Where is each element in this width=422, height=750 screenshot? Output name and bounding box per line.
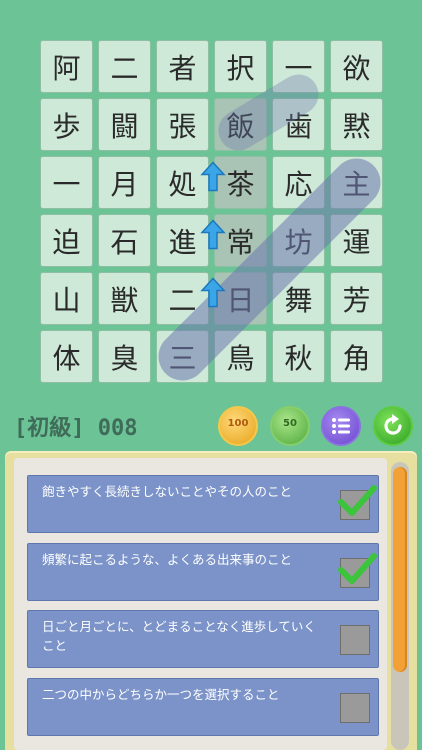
grid-cell[interactable]: 処 bbox=[156, 156, 209, 209]
grid-cell[interactable]: 舞 bbox=[272, 272, 325, 325]
grid-cell[interactable]: 茶 bbox=[214, 156, 267, 209]
hint-100-button[interactable]: 100 bbox=[218, 406, 258, 446]
grid-cell[interactable]: 体 bbox=[40, 330, 93, 383]
grid-cell[interactable]: 一 bbox=[272, 40, 325, 93]
clue-item[interactable]: 二つの中からどちらか一つを選択すること bbox=[27, 678, 379, 736]
checkbox bbox=[340, 625, 370, 655]
list-icon bbox=[332, 418, 350, 434]
grid-cell[interactable]: 角 bbox=[330, 330, 383, 383]
grid-cell[interactable]: 進 bbox=[156, 214, 209, 267]
scrollbar-thumb[interactable] bbox=[393, 467, 407, 672]
grid-cell[interactable]: 迫 bbox=[40, 214, 93, 267]
grid-cell[interactable]: 二 bbox=[98, 40, 151, 93]
hint-100-label: 100 bbox=[227, 418, 249, 429]
grid-cell[interactable]: 鳥 bbox=[214, 330, 267, 383]
grid-cell[interactable]: 常 bbox=[214, 214, 267, 267]
checkmark-icon bbox=[338, 485, 377, 516]
grid-cell[interactable]: 山 bbox=[40, 272, 93, 325]
clue-item[interactable]: 飽きやすく長続きしないことやその人のこと bbox=[27, 475, 379, 533]
grid-cell[interactable]: 飯 bbox=[214, 98, 267, 151]
grid-cell[interactable]: 欲 bbox=[330, 40, 383, 93]
menu-button[interactable] bbox=[321, 406, 361, 446]
grid-cell[interactable]: 者 bbox=[156, 40, 209, 93]
kanji-grid: 阿二者択一欲歩闘張飯歯黙一月処茶応主迫石進常坊運山獣二日舞芳体臭三鳥秋角 bbox=[0, 0, 422, 390]
grid-cell[interactable]: 阿 bbox=[40, 40, 93, 93]
clue-text: 二つの中からどちらか一つを選択すること bbox=[42, 687, 280, 702]
grid-cell[interactable]: 黙 bbox=[330, 98, 383, 151]
grid-cell[interactable]: 主 bbox=[330, 156, 383, 209]
grid-cell[interactable]: 択 bbox=[214, 40, 267, 93]
restart-icon bbox=[384, 414, 402, 435]
grid-cell[interactable]: 臭 bbox=[98, 330, 151, 383]
grid-cell[interactable]: 芳 bbox=[330, 272, 383, 325]
clue-text: 日ごと月ごとに、とどまることなく進歩していくこと bbox=[42, 619, 316, 653]
clue-text: 頻繁に起こるような、よくある出来事のこと bbox=[42, 552, 293, 567]
grid-cell[interactable]: 石 bbox=[98, 214, 151, 267]
grid-cell[interactable]: 応 bbox=[272, 156, 325, 209]
checkmark-icon bbox=[338, 553, 377, 584]
hint-50-label: 50 bbox=[283, 418, 297, 429]
clue-text: 飽きやすく長続きしないことやその人のこと bbox=[42, 484, 293, 499]
grid-cell[interactable]: 三 bbox=[156, 330, 209, 383]
grid-cell[interactable]: 張 bbox=[156, 98, 209, 151]
grid-cell[interactable]: 日 bbox=[214, 272, 267, 325]
clue-item[interactable]: 頻繁に起こるような、よくある出来事のこと bbox=[27, 543, 379, 601]
hint-50-button[interactable]: 50 bbox=[270, 406, 310, 446]
grid-cell[interactable]: 歯 bbox=[272, 98, 325, 151]
clue-item[interactable]: 日ごと月ごとに、とどまることなく進歩していくこと bbox=[27, 610, 379, 668]
grid-cell[interactable]: 運 bbox=[330, 214, 383, 267]
grid-cell[interactable]: 秋 bbox=[272, 330, 325, 383]
level-title: [初級] 008 bbox=[14, 416, 138, 441]
grid-cell[interactable]: 二 bbox=[156, 272, 209, 325]
grid-cell[interactable]: 一 bbox=[40, 156, 93, 209]
grid-cell[interactable]: 獣 bbox=[98, 272, 151, 325]
restart-button[interactable] bbox=[373, 406, 413, 446]
grid-cell[interactable]: 月 bbox=[98, 156, 151, 209]
grid-cell[interactable]: 坊 bbox=[272, 214, 325, 267]
checkbox bbox=[340, 693, 370, 723]
grid-cell[interactable]: 闘 bbox=[98, 98, 151, 151]
grid-cell[interactable]: 歩 bbox=[40, 98, 93, 151]
